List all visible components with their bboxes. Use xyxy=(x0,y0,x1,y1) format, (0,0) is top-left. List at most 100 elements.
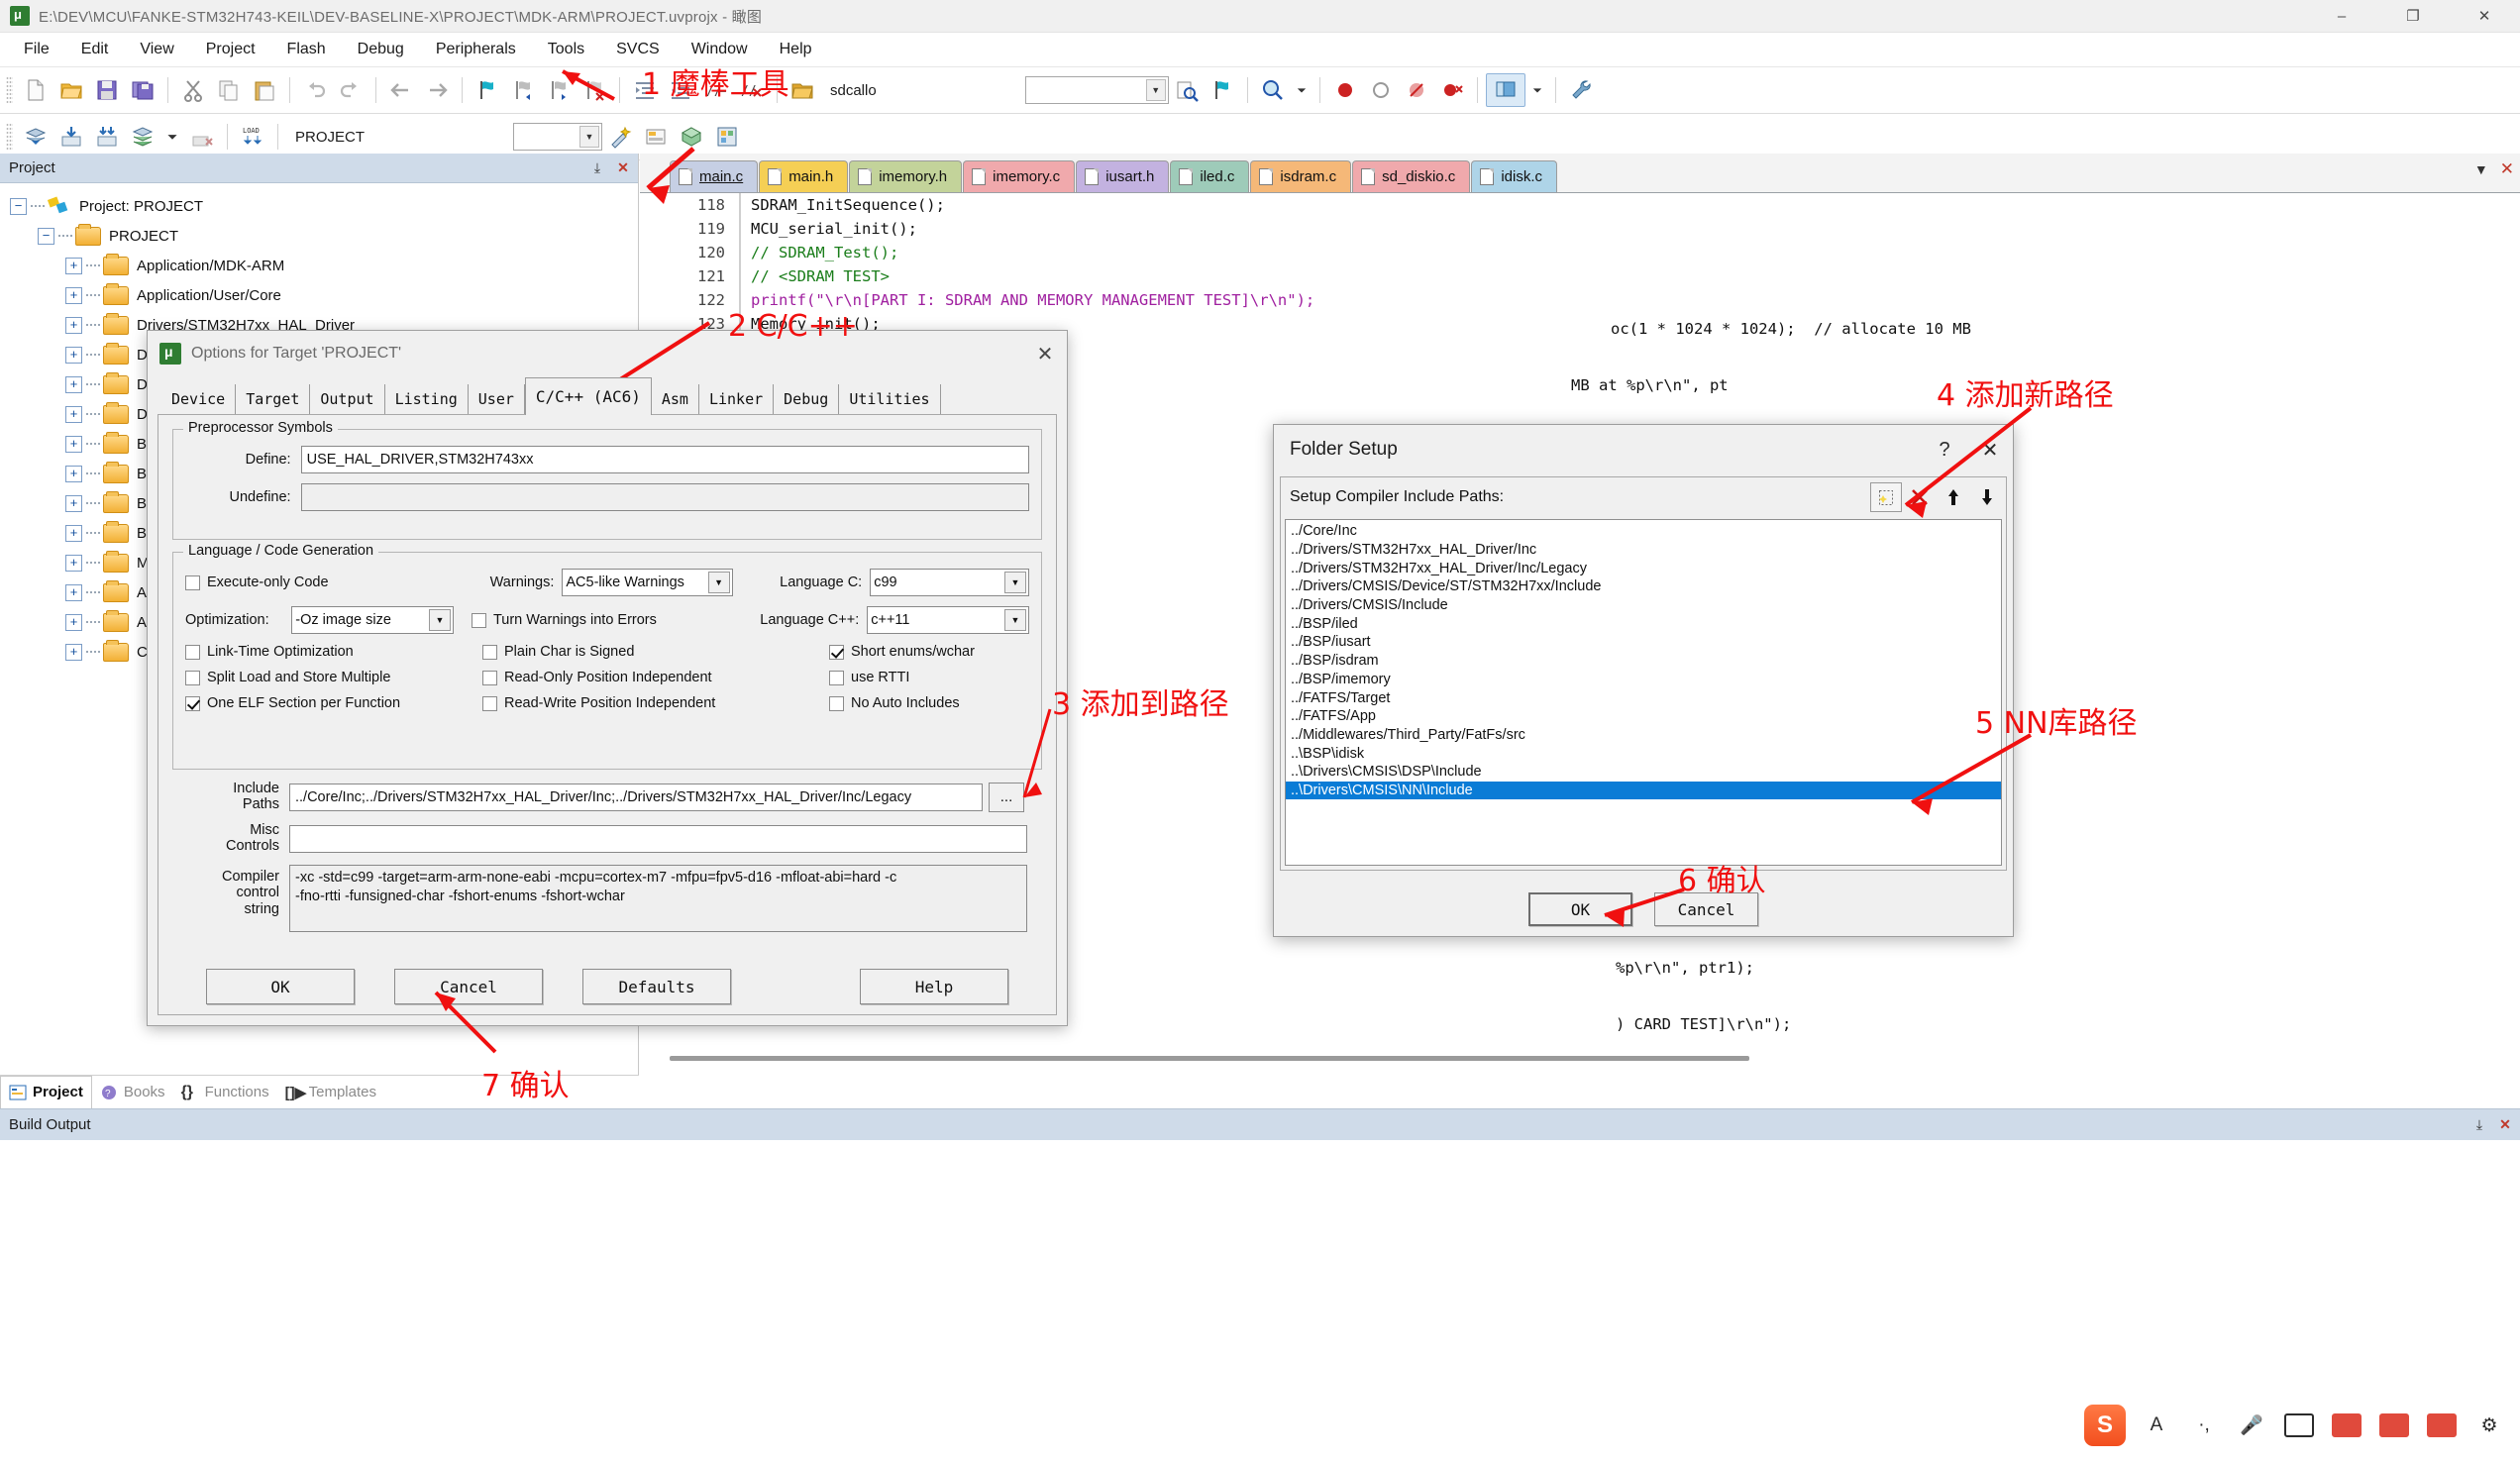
keyboard-icon[interactable] xyxy=(2282,1409,2316,1442)
list-item[interactable]: ..\BSP\idisk xyxy=(1286,744,2001,763)
doc-tab-imemory-c[interactable]: imemory.c xyxy=(963,160,1076,192)
collapse-toggle[interactable]: − xyxy=(38,227,54,245)
configure-wrench-icon[interactable] xyxy=(1564,73,1598,107)
execute-only-code-checkbox[interactable]: Execute-only Code xyxy=(185,575,469,590)
collapse-toggle[interactable]: − xyxy=(10,197,27,215)
tree-item[interactable]: + Application/User/Core xyxy=(0,280,638,310)
options-help-button[interactable]: Help xyxy=(860,969,1008,1004)
expand-toggle[interactable]: + xyxy=(65,643,82,661)
doc-tab-idisk-c[interactable]: idisk.c xyxy=(1471,160,1557,192)
window-layout-icon[interactable] xyxy=(1485,73,1525,107)
use-rtti-checkbox[interactable]: use RTTI xyxy=(829,670,909,685)
options-cancel-button[interactable]: Cancel xyxy=(394,969,543,1004)
outdent-icon[interactable] xyxy=(664,73,697,107)
menu-svcs[interactable]: SVCS xyxy=(602,38,674,61)
indent-icon[interactable] xyxy=(628,73,662,107)
open-file-icon[interactable] xyxy=(54,73,88,107)
expand-toggle[interactable]: + xyxy=(65,375,82,393)
doc-tab-main-h[interactable]: main.h xyxy=(759,160,849,192)
list-item[interactable]: ..\Drivers\CMSIS\DSP\Include xyxy=(1286,763,2001,782)
menu-peripherals[interactable]: Peripherals xyxy=(422,38,530,61)
mic-icon[interactable]: 🎤 xyxy=(2235,1409,2268,1442)
tab-c-cpp-ac6[interactable]: C/C++ (AC6) xyxy=(524,377,652,415)
find-in-files-icon[interactable] xyxy=(1170,73,1204,107)
expand-toggle[interactable]: + xyxy=(65,524,82,542)
punctuation-icon[interactable]: ·, xyxy=(2187,1409,2221,1442)
sogou-ime-icon[interactable]: S xyxy=(2084,1405,2126,1446)
back-icon[interactable] xyxy=(384,73,418,107)
chevron-down-icon[interactable]: ▼ xyxy=(1145,79,1166,101)
expand-toggle[interactable]: + xyxy=(65,465,82,482)
optimization-select[interactable]: -Oz image size ▼ xyxy=(291,606,454,634)
misc-controls-input[interactable] xyxy=(289,824,1027,853)
bookmark-prev-icon[interactable] xyxy=(506,73,540,107)
clipboard-icon[interactable] xyxy=(2330,1409,2363,1442)
checkbox-box[interactable] xyxy=(185,644,200,660)
tree-item[interactable]: + Application/MDK-ARM xyxy=(0,251,638,280)
expand-toggle[interactable]: + xyxy=(65,286,82,304)
options-ok-button[interactable]: OK xyxy=(206,969,355,1004)
close-icon[interactable]: ✕ xyxy=(1967,427,2013,472)
save-all-icon[interactable] xyxy=(126,73,159,107)
copy-icon[interactable] xyxy=(212,73,246,107)
menu-help[interactable]: Help xyxy=(766,38,826,61)
undo-icon[interactable] xyxy=(298,73,332,107)
menu-flash[interactable]: Flash xyxy=(273,38,340,61)
doc-tab-main-c[interactable]: main.c xyxy=(670,160,759,192)
breakpoint-kill-all-icon[interactable] xyxy=(1435,73,1469,107)
no-auto-includes-checkbox[interactable]: No Auto Includes xyxy=(829,695,960,711)
expand-toggle[interactable]: + xyxy=(65,554,82,572)
chevron-down-icon[interactable]: ▼ xyxy=(1003,609,1026,631)
uncomment-icon[interactable]: // xyxy=(735,73,769,107)
build-toolbar-grip[interactable] xyxy=(6,123,13,151)
symbol-combo[interactable]: ▼ xyxy=(1024,76,1169,104)
zoom-dropdown-icon[interactable] xyxy=(1292,73,1312,107)
stop-build-icon[interactable] xyxy=(185,120,219,154)
move-up-icon[interactable] xyxy=(1938,482,1969,512)
tab-close-icon[interactable]: ✕ xyxy=(2500,159,2514,179)
checkbox-box[interactable] xyxy=(829,670,844,685)
zoom-search-icon[interactable] xyxy=(1256,73,1290,107)
batch-build-icon[interactable] xyxy=(126,120,159,154)
tab-templates[interactable]: []▶ Templates xyxy=(277,1076,384,1109)
close-icon[interactable]: ✕ xyxy=(2494,1114,2516,1136)
pin-icon[interactable]: ⤓ xyxy=(586,157,608,179)
tab-books[interactable]: ? Books xyxy=(92,1076,173,1109)
tab-linker[interactable]: Linker xyxy=(699,384,775,414)
tab-output[interactable]: Output xyxy=(310,384,385,414)
batch-dropdown-icon[interactable] xyxy=(161,120,183,154)
list-item[interactable]: ../BSP/imemory xyxy=(1286,671,2001,689)
expand-toggle[interactable]: + xyxy=(65,346,82,364)
tab-utilities[interactable]: Utilities xyxy=(839,384,941,414)
tab-debug[interactable]: Debug xyxy=(774,384,840,414)
list-item[interactable]: ../Drivers/CMSIS/Include xyxy=(1286,596,2001,615)
chevron-down-icon[interactable]: ▼ xyxy=(707,572,730,593)
list-item[interactable]: ../Drivers/CMSIS/Device/ST/STM32H7xx/Inc… xyxy=(1286,577,2001,596)
move-down-icon[interactable] xyxy=(1971,482,2003,512)
read-write-position-independent-checkbox[interactable]: Read-Write Position Independent xyxy=(482,695,829,711)
bookmark-next-icon[interactable] xyxy=(542,73,576,107)
breakpoint-disabled-icon[interactable] xyxy=(1364,73,1398,107)
tab-device[interactable]: Device xyxy=(161,384,237,414)
tree-root[interactable]: − Project: PROJECT xyxy=(0,191,638,221)
expand-toggle[interactable]: + xyxy=(65,583,82,601)
split-load-store-checkbox[interactable]: Split Load and Store Multiple xyxy=(185,670,482,685)
paste-icon[interactable] xyxy=(248,73,281,107)
checkbox-box[interactable] xyxy=(482,695,497,711)
language-c-select[interactable]: c99 ▼ xyxy=(870,569,1029,596)
open-folder-icon[interactable] xyxy=(786,73,819,107)
expand-toggle[interactable]: + xyxy=(65,494,82,512)
list-item[interactable]: ../BSP/iusart xyxy=(1286,633,2001,652)
folder-setup-ok-button[interactable]: OK xyxy=(1528,892,1632,926)
tab-listing[interactable]: Listing xyxy=(385,384,469,414)
list-item[interactable]: ../BSP/isdram xyxy=(1286,652,2001,671)
comment-icon[interactable]: // xyxy=(699,73,733,107)
users-icon[interactable] xyxy=(2377,1409,2411,1442)
chevron-down-icon[interactable]: ▼ xyxy=(428,609,451,631)
input-mode-letter-icon[interactable]: A xyxy=(2140,1409,2173,1442)
checkbox-box[interactable] xyxy=(829,695,844,711)
list-item[interactable]: ../BSP/iled xyxy=(1286,614,2001,633)
checkbox-box[interactable] xyxy=(471,612,486,628)
manage-run-time-icon[interactable] xyxy=(639,120,673,154)
doc-tab-imemory-h[interactable]: imemory.h xyxy=(849,160,963,192)
